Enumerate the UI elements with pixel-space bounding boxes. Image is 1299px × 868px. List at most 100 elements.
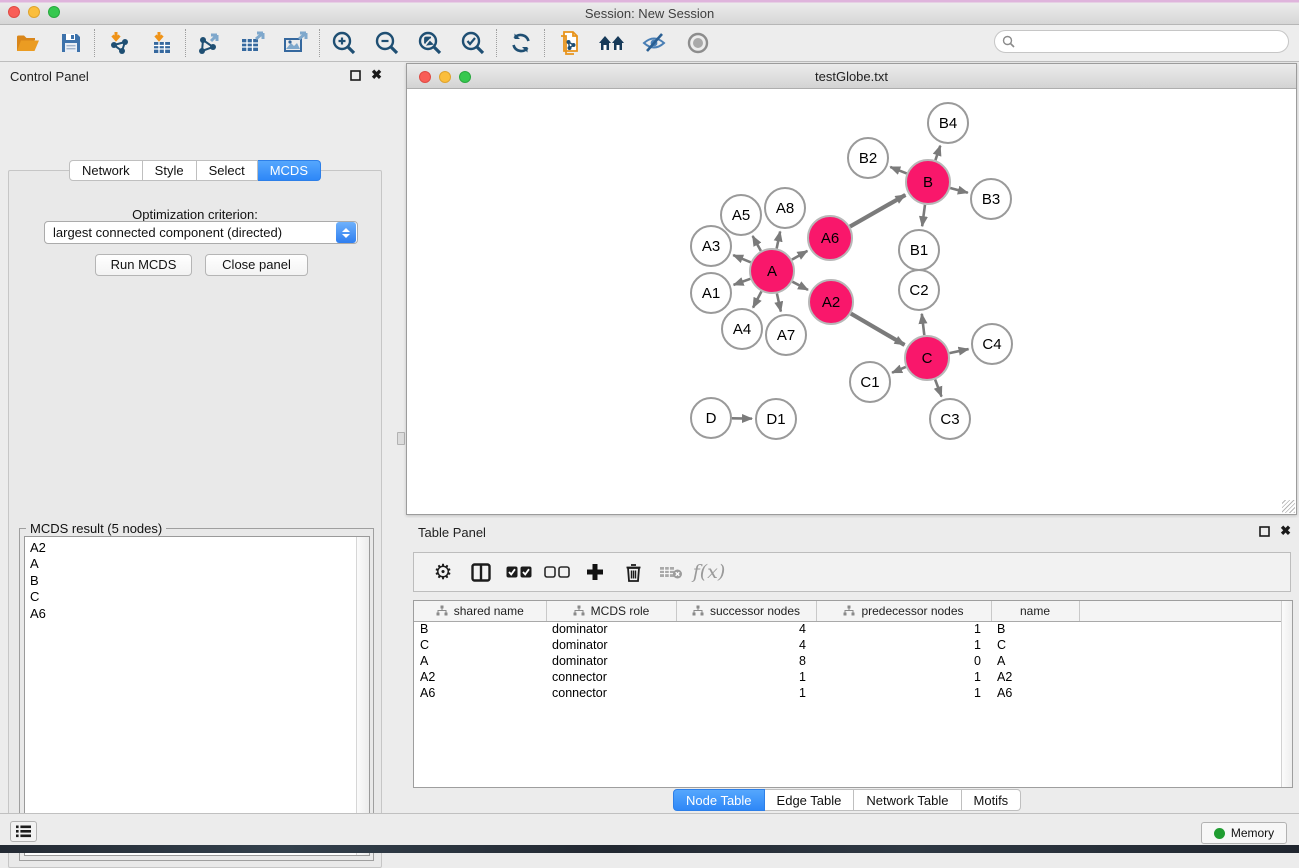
close-panel-button[interactable]: Close panel — [205, 254, 308, 276]
tab-style[interactable]: Style — [143, 160, 197, 181]
table-cell[interactable]: B — [991, 621, 1079, 637]
table-row[interactable]: Cdominator41C — [414, 637, 1281, 653]
table-cell[interactable]: 4 — [676, 637, 816, 653]
zoom-fit-button[interactable] — [408, 27, 451, 59]
table-cell[interactable]: B — [414, 621, 546, 637]
column-header-predecessor-nodes[interactable]: predecessor nodes — [816, 601, 991, 621]
mcds-result-item[interactable]: A — [25, 556, 369, 572]
table-header-row[interactable]: shared nameMCDS rolesuccessor nodesprede… — [414, 601, 1281, 621]
import-network-button[interactable] — [97, 27, 140, 59]
tab-network-table[interactable]: Network Table — [854, 789, 961, 811]
table-cell[interactable]: connector — [546, 685, 676, 701]
table-cell[interactable]: A — [414, 653, 546, 669]
table-settings-button[interactable]: ⚙ — [424, 555, 462, 589]
run-mcds-button[interactable]: Run MCDS — [95, 254, 192, 276]
edge-A-A2[interactable] — [792, 282, 808, 290]
tab-motifs[interactable]: Motifs — [962, 789, 1022, 811]
table-cell[interactable]: 4 — [676, 621, 816, 637]
window-resize-grip[interactable] — [1282, 500, 1295, 513]
table-cell[interactable]: connector — [546, 669, 676, 685]
tab-mcds[interactable]: MCDS — [258, 160, 321, 181]
close-panel-icon[interactable]: ✖ — [371, 69, 382, 81]
edge-B-B2[interactable] — [890, 167, 906, 174]
first-neighbors-button[interactable] — [590, 27, 633, 59]
delete-table-button[interactable] — [652, 555, 690, 589]
column-header-MCDS-role[interactable]: MCDS role — [546, 601, 676, 621]
task-history-button[interactable] — [10, 821, 37, 842]
zoom-in-button[interactable] — [322, 27, 365, 59]
zoom-out-button[interactable] — [365, 27, 408, 59]
table-cell[interactable]: dominator — [546, 621, 676, 637]
refresh-button[interactable] — [499, 27, 542, 59]
table-cell[interactable]: A2 — [991, 669, 1079, 685]
export-table-button[interactable] — [231, 27, 274, 59]
edge-A-A8[interactable] — [777, 232, 781, 249]
float-table-panel-icon[interactable] — [1259, 526, 1270, 537]
hide-selected-button[interactable] — [633, 27, 676, 59]
table-cell[interactable]: C — [414, 637, 546, 653]
table-cell[interactable]: 1 — [676, 685, 816, 701]
table-cell[interactable]: A6 — [414, 685, 546, 701]
table-scrollbar[interactable] — [1281, 601, 1292, 787]
zoom-selected-button[interactable] — [451, 27, 494, 59]
open-session-button[interactable] — [6, 27, 49, 59]
table-cell[interactable]: C — [991, 637, 1079, 653]
table-row[interactable]: A2connector11A2 — [414, 669, 1281, 685]
column-header-successor-nodes[interactable]: successor nodes — [676, 601, 816, 621]
mcds-result-item[interactable]: A2 — [25, 537, 369, 556]
memory-button[interactable]: Memory — [1201, 822, 1287, 844]
close-window-button[interactable] — [8, 6, 20, 18]
save-session-button[interactable] — [49, 27, 92, 59]
mcds-list-scrollbar[interactable] — [356, 537, 369, 855]
edge-A-A5[interactable] — [753, 236, 761, 251]
network-minimize-button[interactable] — [439, 71, 451, 83]
show-all-button[interactable] — [676, 27, 719, 59]
export-image-button[interactable] — [274, 27, 317, 59]
tab-network[interactable]: Network — [69, 160, 143, 181]
network-close-button[interactable] — [419, 71, 431, 83]
optimization-criterion-select[interactable]: largest connected component (directed) — [44, 221, 358, 244]
column-header-name[interactable]: name — [991, 601, 1079, 621]
edge-B-B1[interactable] — [922, 205, 925, 226]
function-builder-button[interactable]: f(x) — [690, 555, 728, 589]
edge-A-A3[interactable] — [733, 255, 751, 262]
table-cell[interactable]: 1 — [816, 637, 991, 653]
table-row[interactable]: Bdominator41B — [414, 621, 1281, 637]
network-maximize-button[interactable] — [459, 71, 471, 83]
table-cell[interactable]: 1 — [816, 685, 991, 701]
edge-A6-B[interactable] — [850, 195, 905, 227]
edge-A-A6[interactable] — [792, 251, 807, 260]
search-input[interactable] — [1019, 33, 1288, 51]
table-cell[interactable]: 1 — [816, 669, 991, 685]
add-column-button[interactable] — [576, 555, 614, 589]
table-cell[interactable]: dominator — [546, 637, 676, 653]
tab-select[interactable]: Select — [197, 160, 258, 181]
edge-C-C4[interactable] — [949, 349, 968, 353]
tab-node-table[interactable]: Node Table — [673, 789, 765, 811]
edge-B-B3[interactable] — [950, 188, 968, 193]
table-row[interactable]: Adominator80A — [414, 653, 1281, 669]
table-cell[interactable]: A — [991, 653, 1079, 669]
new-network-from-selection-button[interactable] — [547, 27, 590, 59]
edge-A-A7[interactable] — [777, 293, 781, 311]
panel-split-grip[interactable] — [397, 432, 405, 445]
edge-B-B4[interactable] — [935, 146, 940, 160]
mcds-result-item[interactable]: C — [25, 589, 369, 605]
edge-C-C3[interactable] — [935, 380, 941, 397]
table-cell[interactable]: dominator — [546, 653, 676, 669]
minimize-window-button[interactable] — [28, 6, 40, 18]
edge-C-C2[interactable] — [922, 314, 925, 335]
table-row[interactable]: A6connector11A6 — [414, 685, 1281, 701]
edge-C-C1[interactable] — [892, 367, 906, 373]
network-canvas[interactable]: AA1A2A3A4A5A6A7A8BB1B2B3B4CC1C2C3C4DD1 — [407, 89, 1296, 514]
tab-edge-table[interactable]: Edge Table — [765, 789, 855, 811]
table-cell[interactable]: 1 — [676, 669, 816, 685]
edge-A-A1[interactable] — [734, 279, 751, 285]
table-cell[interactable]: 8 — [676, 653, 816, 669]
maximize-window-button[interactable] — [48, 6, 60, 18]
table-cell[interactable]: A2 — [414, 669, 546, 685]
close-table-panel-icon[interactable]: ✖ — [1280, 525, 1291, 537]
column-header-shared-name[interactable]: shared name — [414, 601, 546, 621]
show-column-button[interactable] — [462, 555, 500, 589]
table-cell[interactable]: A6 — [991, 685, 1079, 701]
